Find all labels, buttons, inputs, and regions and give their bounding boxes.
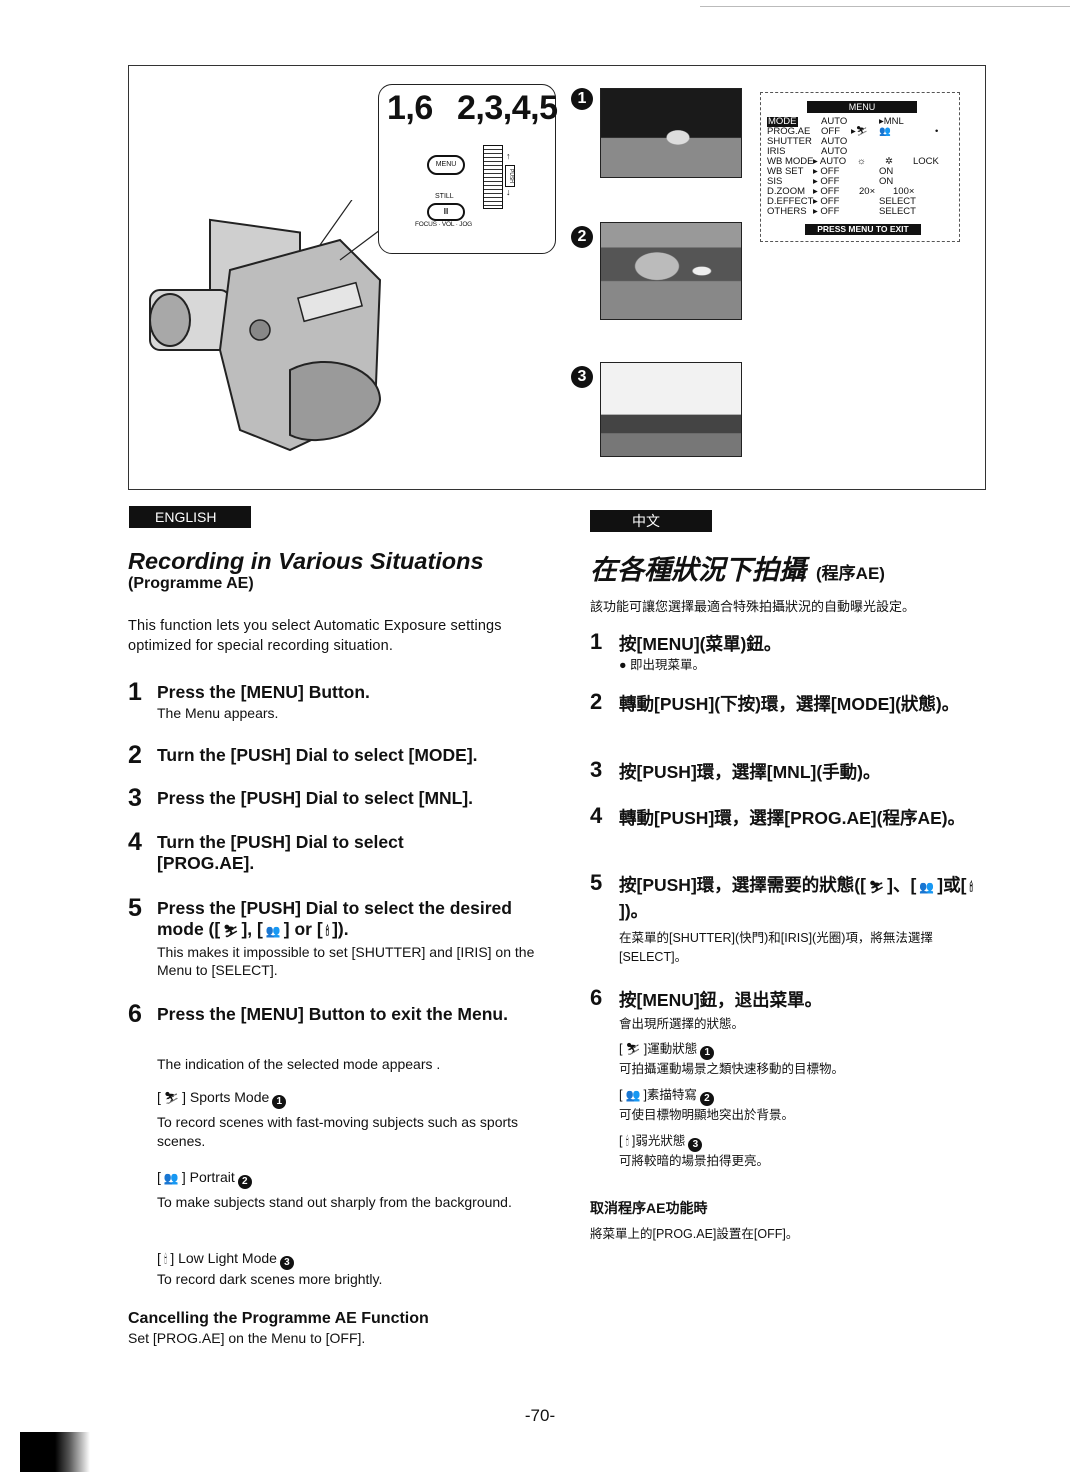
ref-badge: 1	[272, 1095, 287, 1109]
photo-low-light	[600, 362, 742, 457]
arrow-down-icon: ↓	[506, 187, 511, 197]
language-tab-english: ENGLISH	[129, 506, 251, 528]
cancel-section: Cancelling the Programme AE Function Set…	[128, 1310, 548, 1346]
step-title: Press the [MENU] Button.	[157, 682, 370, 702]
cancel-section-chinese: 取消程序AE功能時 將菜單上的[PROG.AE]設置在[OFF]。	[590, 1200, 799, 1241]
page-subtitle: (Programme AE)	[128, 575, 254, 592]
page-number: -70-	[524, 1406, 556, 1425]
ref-badge: 2	[237, 1175, 252, 1189]
portrait-icon: 👥	[879, 126, 891, 137]
osd-row-shutter: SHUTTER AUTO	[767, 136, 848, 147]
sports-icon: ▸⛷	[851, 126, 868, 137]
step-number: 4	[128, 828, 142, 856]
callout-steps-dial: 2,3,4,5	[457, 89, 558, 127]
mode-portrait: [👥] Portrait 2 To make subjects stand out…	[157, 1169, 512, 1210]
ref-badge: 3	[279, 1256, 294, 1270]
menu-screen-display: MENU MODE AUTO ▸MNL PROG.AE OFF ▸⛷ 👥 • S…	[760, 92, 960, 242]
step-number: 5	[128, 894, 142, 922]
step-number: 6	[128, 1000, 142, 1028]
photo-number-1: 1	[571, 88, 593, 110]
low-light-icon: 🕯	[625, 1134, 629, 1148]
portrait-icon: 👥	[625, 1088, 641, 1102]
photo-portrait	[600, 222, 742, 320]
camcorder-illustration	[149, 200, 382, 452]
step-title: Press the [MENU] Button to exit the Menu…	[157, 1004, 508, 1024]
scan-artifact	[20, 1432, 90, 1472]
arrow-up-icon: ↑	[506, 151, 511, 161]
osd-row-wb-set: WB SET ▸ OFF ON	[767, 166, 894, 177]
low-light-icon: 🕯	[969, 880, 973, 894]
osd-footer: PRESS MENU TO EXIT	[805, 224, 921, 235]
low-light-icon: 🕯	[325, 924, 330, 938]
step-title: Press the [PUSH] Dial to select [MNL].	[157, 788, 474, 808]
osd-row-others: OTHERS ▸ OFF SELECT	[767, 206, 916, 217]
step-title: Press the [PUSH] Dial to select the desi…	[157, 898, 557, 942]
still-label: STILL	[435, 193, 454, 200]
step-number: 3	[128, 784, 142, 812]
button-callout: 1,6 2,3,4,5 MENU STILL II FOCUS · VOL · …	[378, 84, 558, 254]
cancel-heading: Cancelling the Programme AE Function	[128, 1310, 429, 1327]
low-light-icon: •	[935, 126, 939, 137]
portrait-icon: 👥	[163, 1171, 179, 1185]
photo-number-3: 3	[571, 366, 593, 388]
sports-icon: ⛷	[625, 1042, 641, 1056]
sports-icon: ⛷	[163, 1091, 180, 1105]
outdoor-icon: ☼	[857, 156, 866, 167]
photo-sports	[600, 88, 742, 178]
step-note: The Menu appears.	[157, 705, 279, 721]
step-number: 2	[128, 741, 142, 769]
language-tab-chinese: 中文	[590, 510, 712, 532]
intro-text: This function lets you select Automatic …	[128, 618, 502, 654]
osd-title: MENU	[807, 101, 917, 113]
intro-text-chinese: 該功能可讓您選擇最適合特殊拍攝狀況的自動曝光設定。	[590, 599, 916, 614]
mode-low-light: [🕯] Low Light Mode 3 To record dark scene…	[157, 1250, 383, 1287]
step-note: This makes it impossible to set [SHUTTER…	[157, 944, 535, 978]
step-number: 1	[128, 678, 142, 706]
step-title: Turn the [PUSH] Dial to select [MODE].	[157, 745, 478, 765]
sports-icon: ⛷	[223, 924, 239, 938]
still-button-graphic: II	[427, 203, 465, 221]
push-tag: PUSH	[505, 165, 515, 187]
push-dial-graphic	[483, 145, 503, 209]
portrait-icon: 👥	[265, 924, 281, 938]
low-light-icon: 🕯	[163, 1252, 168, 1266]
cancel-text: Set [PROG.AE] on the Menu to [OFF].	[128, 1330, 366, 1346]
focus-vol-jog-label: FOCUS · VOL · JOG	[415, 221, 473, 228]
mode-sports: [⛷] Sports Mode 1 To record scenes with f…	[157, 1089, 519, 1149]
zh-mode-sports: [⛷]運動狀態 1 可拍攝運動場景之類快速移動的目標物。	[619, 1042, 845, 1076]
zh-mode-low-light: [🕯]弱光狀態 3 可將較暗的場景拍得更亮。	[619, 1134, 770, 1168]
sports-icon: ⛷	[868, 880, 885, 894]
step-title: Turn the [PUSH] Dial to select [PROG.AE]…	[157, 832, 404, 873]
menu-button-graphic: MENU	[427, 155, 465, 175]
portrait-icon: 👥	[919, 880, 935, 894]
zh-mode-portrait: [👥]素描特寫 2 可使目標物明顯地突出於背景。	[619, 1088, 795, 1122]
step-note: The indication of the selected mode appe…	[157, 1056, 441, 1072]
callout-steps-menu: 1,6	[387, 89, 433, 127]
photo-number-2: 2	[571, 226, 593, 248]
page-title: Recording in Various Situations	[128, 548, 484, 574]
top-rule	[700, 6, 1070, 7]
page-title-chinese: 在各種狀況下拍攝 (程序AE)	[590, 555, 885, 585]
